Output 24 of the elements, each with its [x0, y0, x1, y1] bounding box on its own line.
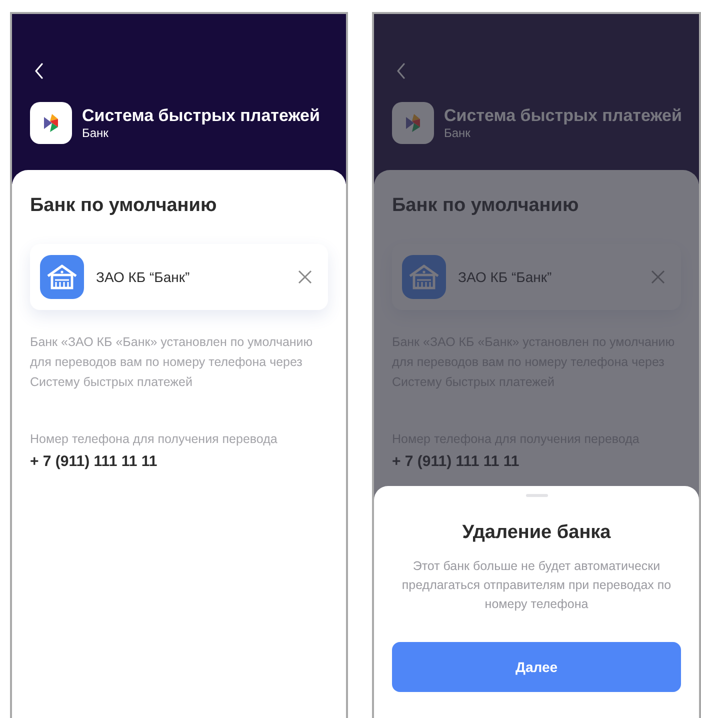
service-title: Система быстрых платежей: [82, 106, 320, 126]
description-text: Банк «ЗАО КБ «Банк» установлен по умолчанию для переводов вам по номеру телефона через Систему быстрых платежей: [30, 334, 314, 391]
phone-label: Номер телефона для получения перевода: [30, 431, 278, 448]
bank-name: ЗАО КБ “Банк”: [96, 268, 191, 286]
dialog-text: Этот банк больше не будет автоматически предлагаться отправителям при переводах по номеру телефона: [400, 558, 672, 613]
close-icon[interactable]: [298, 270, 312, 284]
phone-number: + 7 (911) 111 11 11: [30, 452, 158, 472]
phone-number: + 7 (911) 111 11 11: [392, 452, 520, 472]
service-title: Система быстрых платежей: [444, 106, 682, 126]
bank-item[interactable]: ЗАО КБ “Банк”: [30, 244, 328, 310]
next-button[interactable]: Далее: [392, 642, 681, 692]
bank-name: ЗАО КБ “Банк”: [458, 268, 553, 286]
back-icon[interactable]: [34, 62, 44, 80]
close-icon[interactable]: [651, 270, 665, 284]
app-logo-icon: [392, 102, 434, 144]
dialog-title: Удаление банка: [462, 521, 611, 545]
bank-building-icon: [40, 255, 84, 299]
section-title: Банк по умолчанию: [30, 194, 218, 218]
bank-item[interactable]: ЗАО КБ “Банк”: [392, 244, 681, 310]
service-subtitle: Банк: [444, 126, 472, 140]
bank-building-icon: [402, 255, 446, 299]
section-title: Банк по умолчанию: [392, 194, 580, 218]
service-subtitle: Банк: [82, 126, 110, 140]
app-logo-icon: [30, 102, 72, 144]
